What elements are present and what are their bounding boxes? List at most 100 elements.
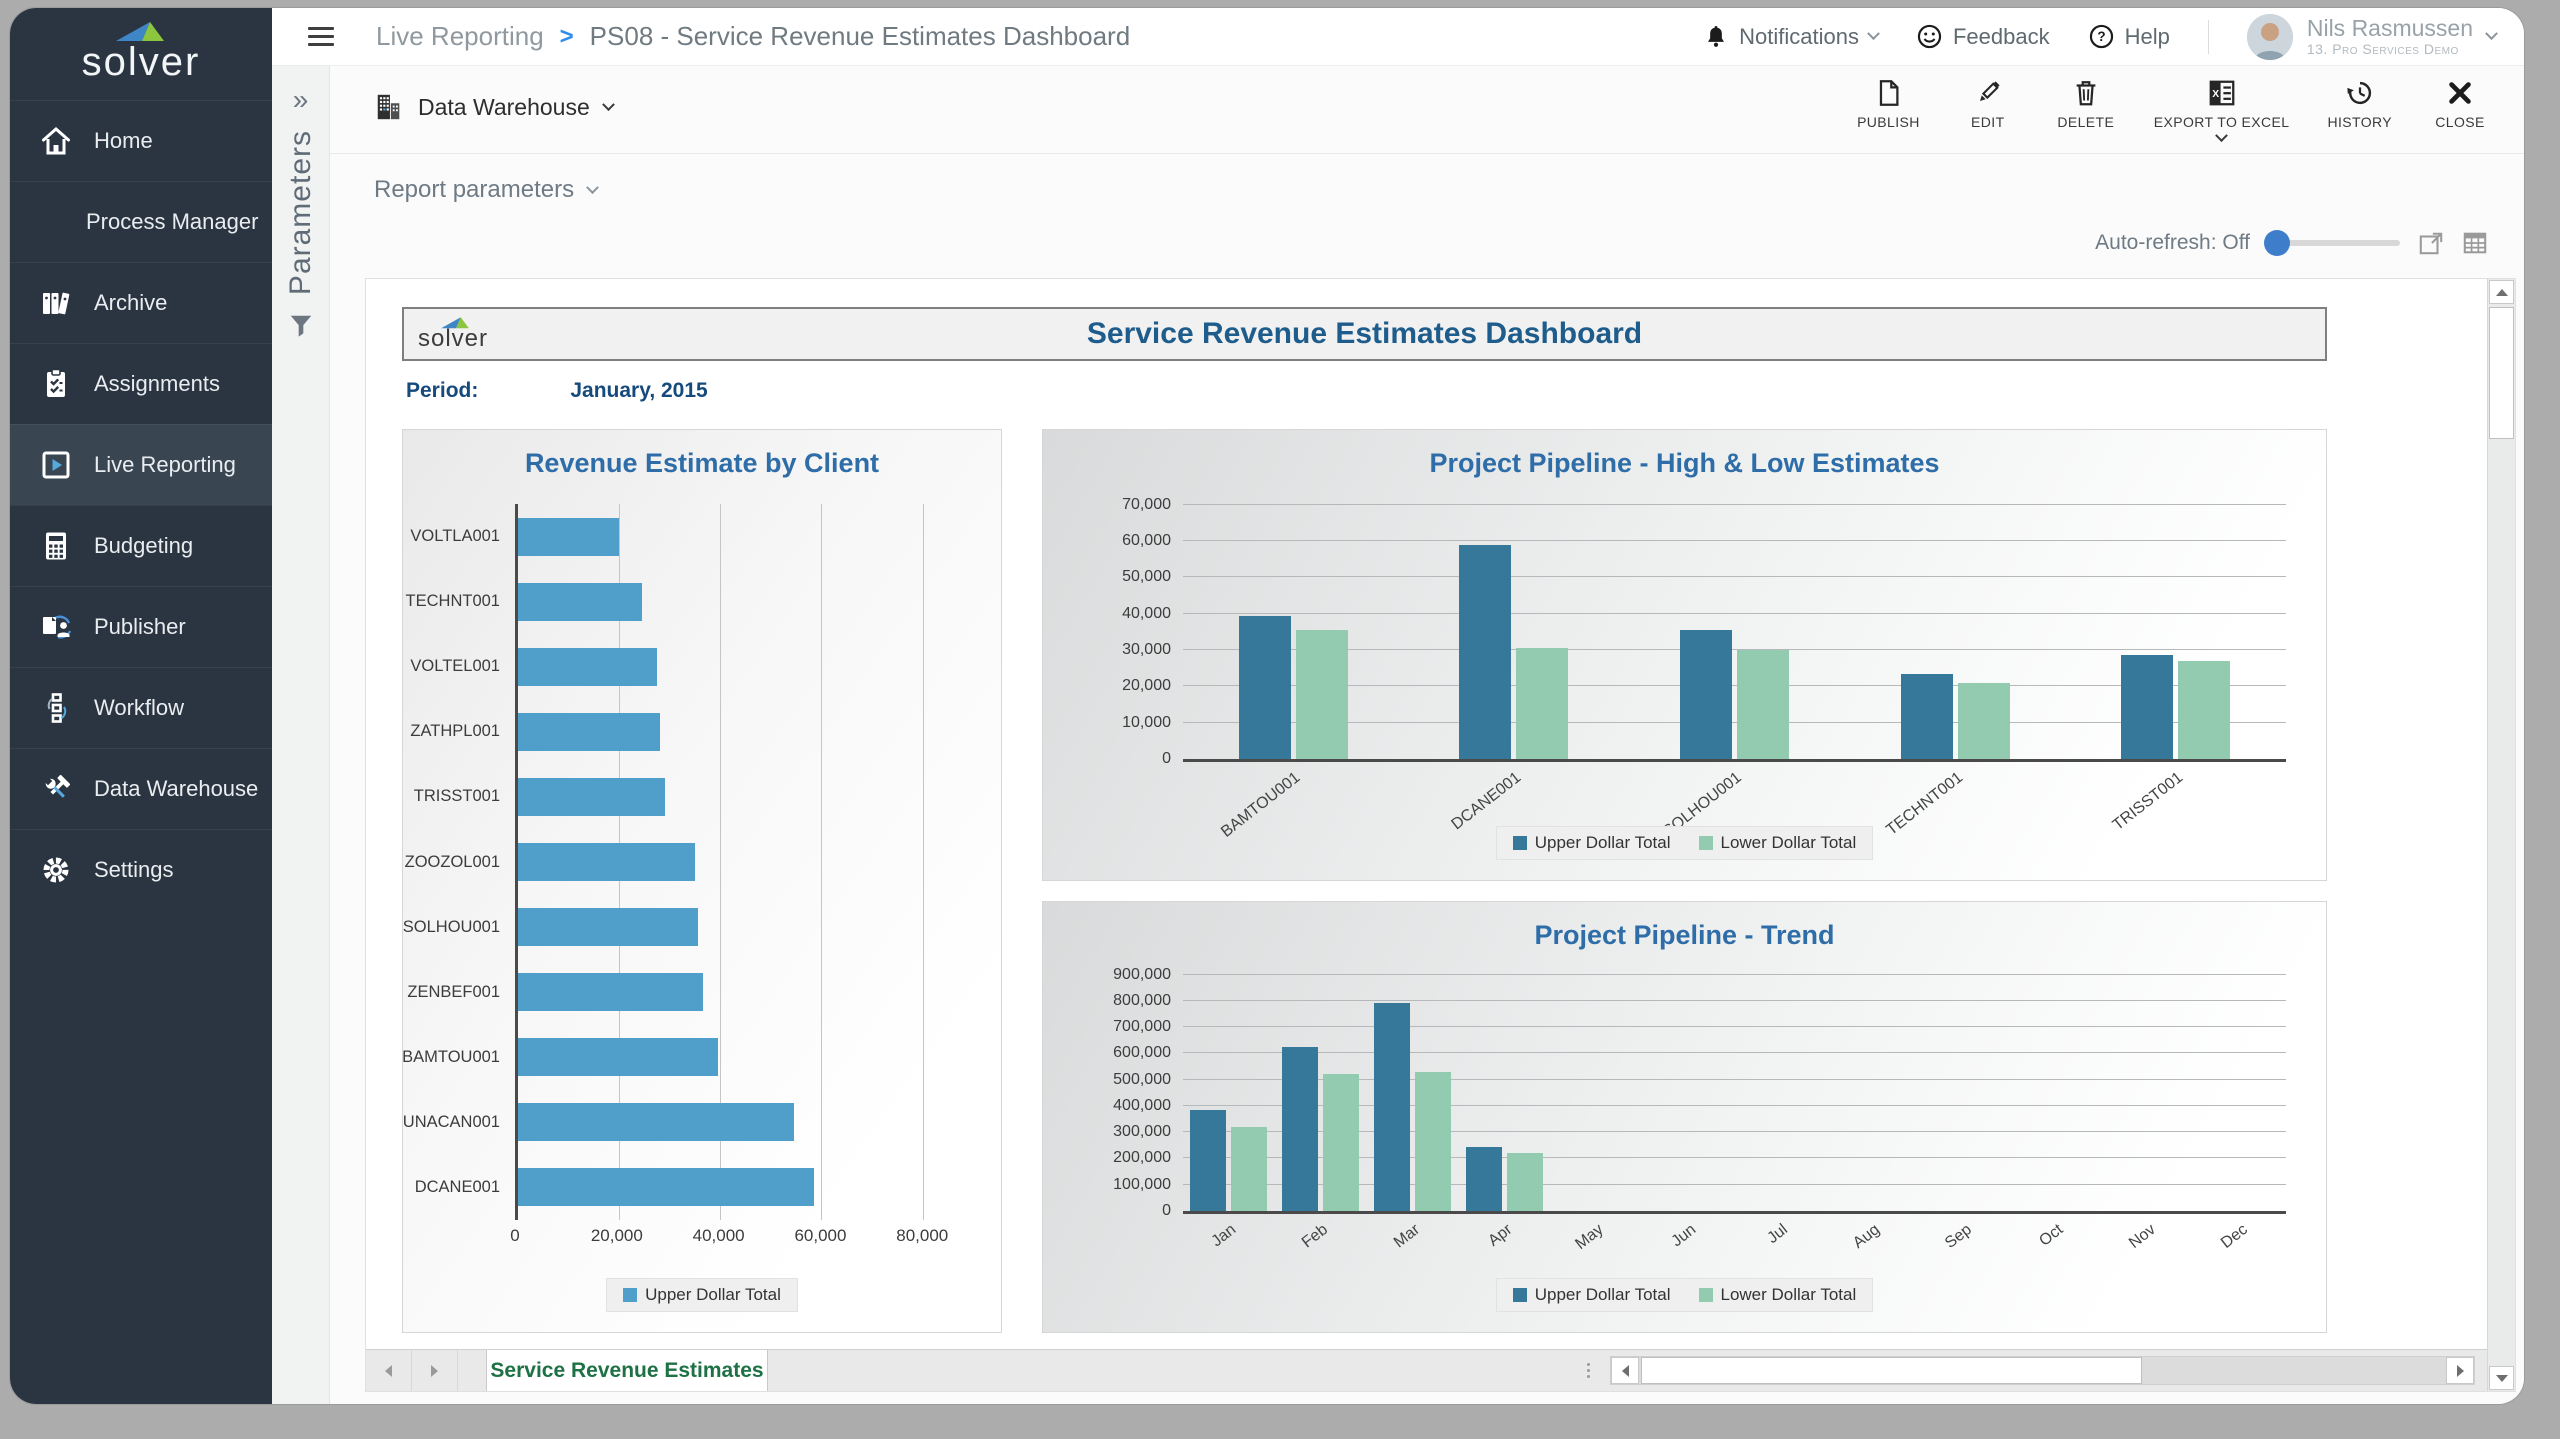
x-category-label: May: [1573, 1221, 1608, 1254]
auto-refresh-slider[interactable]: [2268, 240, 2400, 246]
category-label: TECHNT001: [403, 569, 509, 634]
sidebar-item-assignments[interactable]: Assignments: [10, 343, 272, 424]
tab-scroll-left-button[interactable]: [366, 1350, 412, 1391]
delete-button[interactable]: DELETE: [2056, 78, 2116, 143]
x-category-label: Jun: [1668, 1221, 1699, 1251]
main-content: Data Warehouse PUBLISH EDIT DELETE X: [330, 66, 2524, 1404]
x-tick-label: 0: [510, 1226, 519, 1246]
x-category-label: Oct: [2037, 1221, 2068, 1251]
scroll-up-button[interactable]: [2489, 280, 2514, 304]
sidebar-item-process-manager[interactable]: Process Manager: [10, 181, 272, 262]
sidebar-nav: Home Process Manager Archive Assignments: [10, 100, 272, 910]
assignments-icon: [36, 368, 76, 400]
tab-service-revenue-estimates[interactable]: Service Revenue Estimates: [486, 1350, 768, 1391]
tab-splitter-handle[interactable]: [1578, 1350, 1598, 1391]
sidebar-item-publisher[interactable]: Publisher: [10, 586, 272, 667]
bar-Apr: [1466, 1147, 1502, 1211]
x-category-label: DCANE001: [1449, 769, 1525, 834]
hamburger-menu-icon[interactable]: [308, 22, 334, 51]
expand-view-icon[interactable]: [2418, 230, 2444, 256]
trash-icon: [2071, 78, 2101, 108]
publish-button[interactable]: PUBLISH: [1857, 78, 1920, 143]
history-button[interactable]: HISTORY: [2327, 78, 2392, 143]
excel-icon: X: [2207, 78, 2237, 108]
workflow-icon: [36, 692, 76, 724]
help-button[interactable]: ? Help: [2088, 23, 2170, 50]
history-clock-icon: [2345, 78, 2375, 108]
feedback-button[interactable]: Feedback: [1916, 23, 2050, 50]
smiley-icon: [1916, 23, 1943, 50]
sidebar-item-settings[interactable]: Settings: [10, 829, 272, 910]
category-label: VOLTEL001: [403, 634, 509, 699]
sidebar-item-budgeting[interactable]: Budgeting: [10, 505, 272, 586]
user-menu[interactable]: Nils Rasmussen 13. Pro Services Demo: [2247, 14, 2496, 60]
y-tick-label: 40,000: [1122, 605, 1171, 623]
sidebar-item-live-reporting[interactable]: Live Reporting: [10, 424, 272, 505]
breadcrumb-separator: >: [560, 23, 574, 51]
x-category-label: Jul: [1764, 1221, 1791, 1248]
bar-SOLHOU001: [1737, 650, 1789, 759]
bar-group-BAMTOU001: BAMTOU001: [1183, 492, 1404, 759]
category-label: DCANE001: [403, 1155, 509, 1220]
grid-view-icon[interactable]: [2462, 230, 2488, 256]
bell-icon: [1703, 23, 1729, 51]
horizontal-scrollbar[interactable]: [1610, 1356, 2475, 1385]
y-tick-label: 500,000: [1113, 1071, 1171, 1089]
solver-logo-mark: [114, 20, 166, 42]
sidebar: solver Home Process Manager Archive: [10, 8, 272, 1404]
horizontal-scroll-thumb[interactable]: [1641, 1357, 2142, 1384]
edit-button[interactable]: EDIT: [1958, 78, 2018, 143]
export-to-excel-button[interactable]: X EXPORT TO EXCEL: [2154, 78, 2290, 143]
sidebar-item-workflow[interactable]: Workflow: [10, 667, 272, 748]
user-context: 13. Pro Services Demo: [2307, 41, 2473, 57]
data-source-dropdown[interactable]: Data Warehouse: [374, 92, 613, 122]
bar-UNACAN001: [518, 1103, 794, 1141]
breadcrumb-section[interactable]: Live Reporting: [376, 21, 544, 52]
vertical-scroll-thumb[interactable]: [2489, 307, 2514, 439]
vertical-scrollbar[interactable]: [2487, 279, 2515, 1391]
sheet-tab-bar: Service Revenue Estimates: [366, 1349, 2487, 1391]
x-tick-label: 40,000: [693, 1226, 745, 1246]
solver-logo-text: solver: [10, 40, 272, 85]
close-button[interactable]: CLOSE: [2430, 78, 2490, 143]
scroll-down-button[interactable]: [2489, 1366, 2514, 1390]
bar-TECHNT001: [518, 583, 642, 621]
scroll-left-button[interactable]: [1611, 1357, 1639, 1384]
bar-group-Jun: Jun: [1643, 964, 1735, 1211]
tab-scroll-right-button[interactable]: [412, 1350, 458, 1391]
y-tick-label: 300,000: [1113, 1123, 1171, 1141]
svg-text:X: X: [2212, 89, 2219, 100]
sidebar-item-archive[interactable]: Archive: [10, 262, 272, 343]
y-tick-label: 50,000: [1122, 568, 1171, 586]
bar-TECHNT001: [1901, 674, 1953, 759]
filter-funnel-icon[interactable]: [288, 313, 314, 344]
pencil-icon: [1973, 78, 2003, 108]
chart-pipeline-trend: Project Pipeline - Trend 0100,000200,000…: [1042, 901, 2327, 1333]
y-tick-label: 0: [1162, 1202, 1171, 1220]
category-label: ZENBEF001: [403, 960, 509, 1025]
expand-parameters-icon[interactable]: »: [293, 84, 309, 116]
sidebar-item-home[interactable]: Home: [10, 100, 272, 181]
x-tick-label: 20,000: [591, 1226, 643, 1246]
auto-refresh-label: Auto-refresh: Off: [2095, 231, 2250, 255]
bar-group-DCANE001: DCANE001: [1404, 492, 1625, 759]
y-tick-label: 700,000: [1113, 1018, 1171, 1036]
chart-legend: Upper Dollar TotalLower Dollar Total: [1043, 1278, 2326, 1312]
notifications-button[interactable]: Notifications: [1703, 23, 1878, 51]
category-label: ZOOZOL001: [403, 829, 509, 894]
bar-group-TRISST001: TRISST001: [2065, 492, 2286, 759]
bar-ZATHPL001: [518, 713, 660, 751]
report-parameters-toggle[interactable]: Report parameters: [374, 176, 597, 204]
y-tick-label: 900,000: [1113, 966, 1171, 984]
sidebar-item-data-warehouse[interactable]: Data Warehouse: [10, 748, 272, 829]
help-icon: ?: [2088, 23, 2115, 50]
period-value: January, 2015: [570, 379, 707, 403]
x-category-label: Aug: [1850, 1221, 1884, 1253]
bar-group-SOLHOU001: SOLHOU001: [1624, 492, 1845, 759]
scroll-right-button[interactable]: [2446, 1357, 2474, 1384]
period-row: Period: January, 2015: [406, 379, 708, 403]
bar-DCANE001: [1516, 648, 1568, 759]
x-category-label: Jan: [1209, 1221, 1240, 1251]
legend-entry: Upper Dollar Total: [623, 1285, 781, 1305]
slider-knob[interactable]: [2264, 230, 2290, 256]
